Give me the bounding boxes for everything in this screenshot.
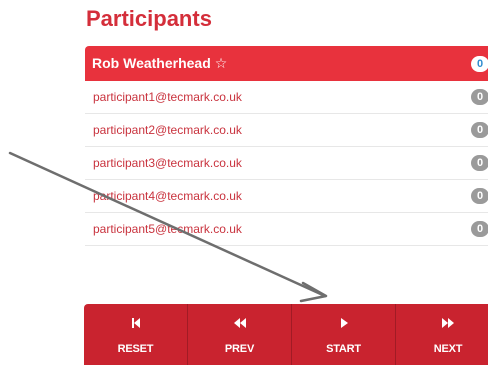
fast-forward-icon <box>396 316 488 330</box>
reset-label: RESET <box>117 343 154 355</box>
start-label: START <box>326 343 361 355</box>
participant-row[interactable]: participant3@tecmark.co.uk 0 <box>85 147 488 180</box>
participant-row[interactable]: participant5@tecmark.co.uk 0 <box>85 213 488 246</box>
count-badge: 0 <box>471 188 488 204</box>
participant-row-active[interactable]: Rob Weatherhead ☆ 0 <box>85 46 488 81</box>
participant-row[interactable]: participant2@tecmark.co.uk 0 <box>85 114 488 147</box>
participants-panel: Participants Rob Weatherhead ☆ 0 particip… <box>0 0 488 365</box>
participant-name: participant3@tecmark.co.uk <box>93 156 242 170</box>
participant-name: participant4@tecmark.co.uk <box>93 189 242 203</box>
participant-row[interactable]: participant1@tecmark.co.uk 0 <box>85 81 488 114</box>
page-title: Participants <box>86 6 212 31</box>
participant-name: participant5@tecmark.co.uk <box>93 222 242 236</box>
prev-button[interactable]: PREV <box>188 304 292 365</box>
skip-back-icon <box>84 316 187 330</box>
count-badge: 0 <box>471 155 488 171</box>
participant-name: Rob Weatherhead ☆ <box>92 55 228 71</box>
playback-controls: RESET PREV START NEXT <box>84 304 488 365</box>
participant-row[interactable]: participant4@tecmark.co.uk 0 <box>85 180 488 213</box>
count-badge: 0 <box>471 221 488 237</box>
participant-name: participant1@tecmark.co.uk <box>93 90 242 104</box>
participant-name: participant2@tecmark.co.uk <box>93 123 242 137</box>
next-button[interactable]: NEXT <box>396 304 488 365</box>
start-button[interactable]: START <box>292 304 396 365</box>
rewind-icon <box>188 316 291 330</box>
reset-button[interactable]: RESET <box>84 304 188 365</box>
count-badge: 0 <box>471 89 488 105</box>
count-badge: 0 <box>471 55 488 72</box>
prev-label: PREV <box>224 343 255 355</box>
count-badge: 0 <box>471 122 488 138</box>
star-icon: ☆ <box>214 55 228 71</box>
next-label: NEXT <box>433 343 463 355</box>
play-icon <box>292 316 395 330</box>
participant-list: Rob Weatherhead ☆ 0 participant1@tecmark.… <box>85 46 488 246</box>
